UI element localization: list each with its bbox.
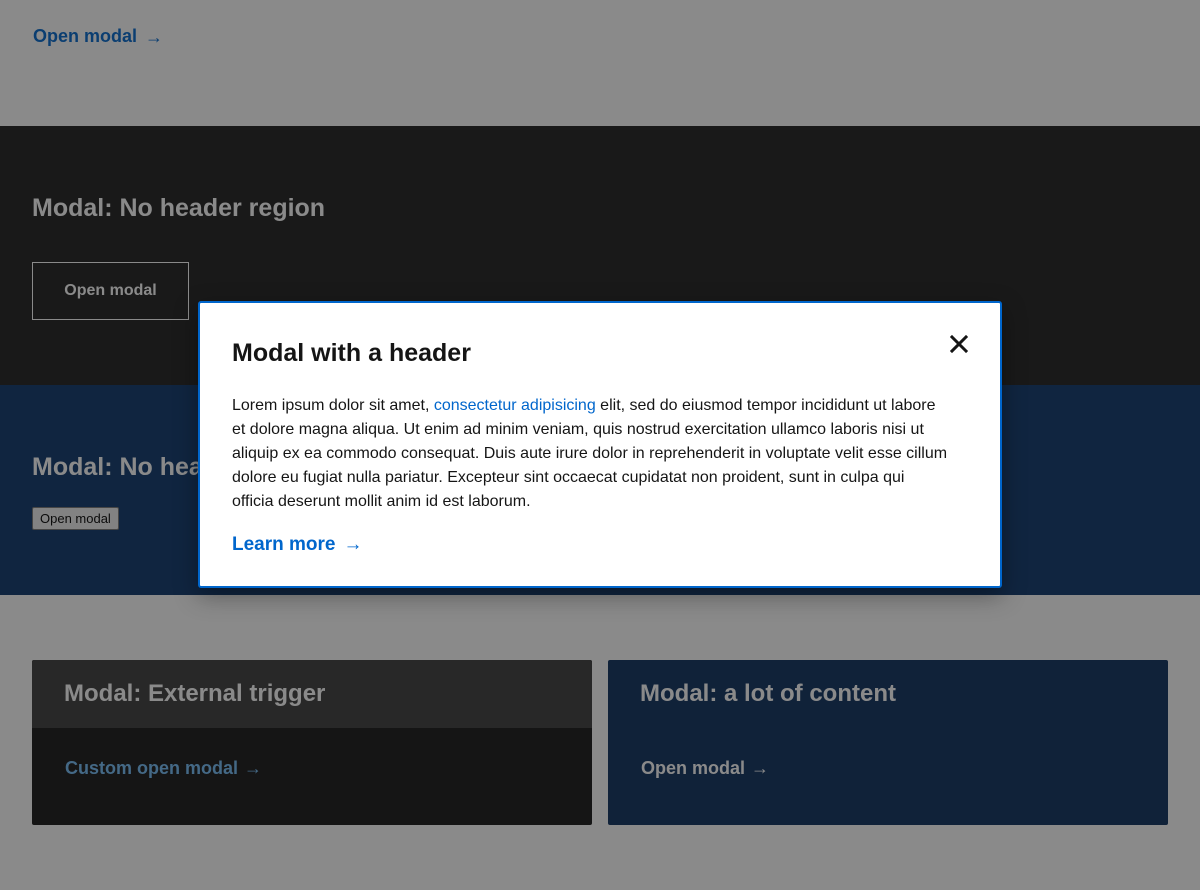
modal-dialog: Modal with a header Lorem ipsum dolor si… xyxy=(198,301,1002,588)
learn-more-label: Learn more xyxy=(232,534,336,555)
learn-more-link[interactable]: Learn more → xyxy=(232,534,968,556)
modal-title: Modal with a header xyxy=(232,339,471,367)
arrow-right-icon: → xyxy=(343,534,363,555)
inline-link[interactable]: consectetur adipisicing xyxy=(434,397,596,414)
close-icon xyxy=(950,335,968,353)
modal-body: Lorem ipsum dolor sit amet, consectetur … xyxy=(232,394,948,514)
modal-body-text-start: Lorem ipsum dolor sit amet, xyxy=(232,397,434,414)
close-button[interactable] xyxy=(946,331,972,357)
